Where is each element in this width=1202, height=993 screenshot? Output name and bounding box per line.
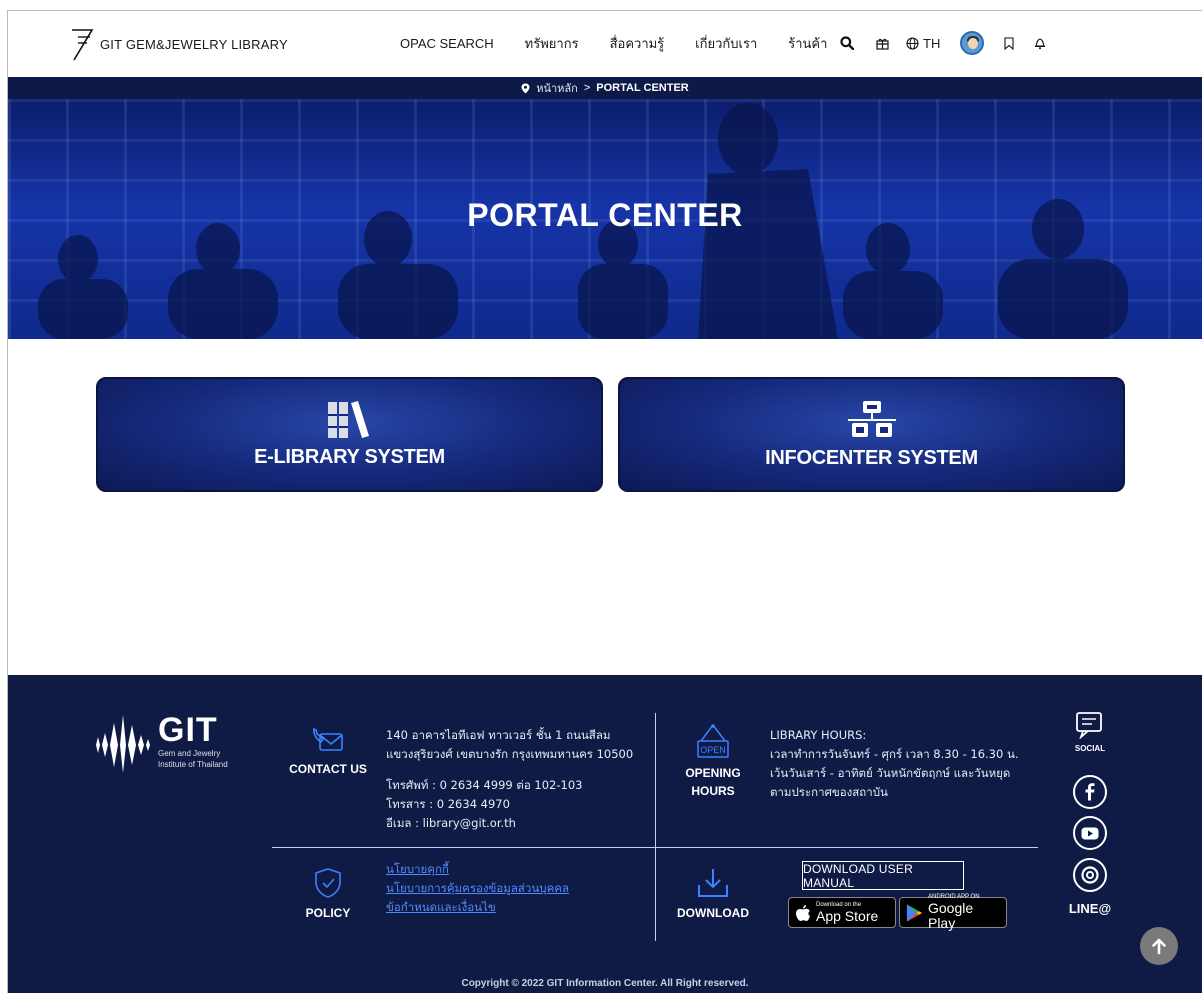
contact-phone: โทรศัพท์ : 0 2634 4999 ต่อ 102-103 [386, 778, 583, 792]
contact-fax: โทรสาร : 0 2634 4970 [386, 797, 510, 811]
line-label: LINE@ [1068, 901, 1112, 916]
hours-label-2: HOURS [691, 784, 735, 798]
footer-vertical-divider [655, 713, 656, 941]
git-wave-icon [96, 715, 150, 773]
line-icon[interactable] [1073, 858, 1107, 892]
open-sign-icon: OPEN [697, 724, 729, 758]
globe-icon [906, 36, 919, 50]
footer: GIT Gem and Jewelry Institute of Thailan… [8, 675, 1202, 993]
facebook-icon[interactable] [1073, 775, 1107, 809]
google-play-badge[interactable]: ANDROID APP ON Google Play [899, 894, 1007, 931]
hero-title: PORTAL CENTER [467, 197, 743, 233]
header-icons: TH [840, 31, 1046, 55]
header: GIT GEM&JEWELRY LIBRARY OPAC SEARCH ทรัพ… [8, 11, 1202, 77]
git-sub-2: Institute of Thailand [158, 760, 228, 769]
breadcrumb-current: PORTAL CENTER [596, 82, 689, 94]
contact-email: อีเมล : library@git.or.th [386, 816, 516, 830]
contact-label: CONTACT US [289, 762, 367, 776]
contact-details: 140 อาคารไอทีเอฟ ทาวเวอร์ ชั้น 1 ถนนสีลม… [386, 726, 646, 833]
breadcrumb: หน้าหลัก > PORTAL CENTER [8, 77, 1202, 99]
hours-line-1: เวลาทำการวันจันทร์ - ศุกร์ เวลา 8.30 - 1… [770, 747, 1019, 761]
download-block: DOWNLOAD [672, 867, 754, 922]
app-store-big: App Store [816, 907, 879, 924]
open-sign-text: OPEN [700, 745, 726, 755]
git-sub-1: Gem and Jewelry [158, 749, 221, 758]
e-library-label: E-LIBRARY SYSTEM [254, 446, 445, 468]
social-column: SOCIAL [1070, 711, 1110, 753]
contact-address-2: แขวงสุริยวงศ์ เขตบางรัก กรุงเทพมหานคร 10… [386, 747, 634, 761]
youtube-icon[interactable] [1073, 816, 1107, 850]
logo-text: GIT GEM&JEWELRY LIBRARY [100, 36, 288, 52]
language-switch[interactable]: TH [906, 32, 940, 54]
e-library-card[interactable]: E-LIBRARY SYSTEM [96, 377, 603, 492]
infocenter-label: INFOCENTER SYSTEM [765, 447, 978, 469]
copyright: Copyright © 2022 GIT Information Center.… [461, 978, 749, 989]
nav-resources[interactable]: ทรัพยากร [525, 33, 579, 54]
download-manual-button[interactable]: DOWNLOAD USER MANUAL [802, 861, 964, 890]
phone-mail-icon [313, 727, 343, 751]
policy-block: POLICY [298, 867, 358, 922]
play-icon [906, 904, 923, 921]
hours-title: LIBRARY HOURS: [770, 728, 867, 742]
infocenter-card[interactable]: INFOCENTER SYSTEM [618, 377, 1125, 492]
contact-block: CONTACT US [286, 725, 370, 778]
git-footer-logo: GIT Gem and Jewelry Institute of Thailan… [94, 713, 228, 773]
arrow-up-icon [1152, 938, 1166, 955]
hero-banner: PORTAL CENTER [8, 99, 1202, 339]
nav-knowledge-media[interactable]: สื่อความรู้ [610, 33, 665, 54]
bell-icon[interactable] [1034, 32, 1046, 54]
gift-icon[interactable] [876, 32, 889, 54]
git-wordmark: GIT [158, 711, 218, 749]
user-avatar[interactable] [960, 31, 985, 55]
google-play-big: Google Play [927, 900, 974, 931]
language-label: TH [923, 35, 941, 51]
contact-address-1: 140 อาคารไอทีเอฟ ทาวเวอร์ ชั้น 1 ถนนสีลม [386, 728, 611, 742]
hours-line-2: เว้นวันเสาร์ - อาทิตย์ วันหนักขัตฤกษ์ แล… [770, 766, 1011, 780]
nav-opac-search[interactable]: OPAC SEARCH [400, 36, 494, 51]
cookie-policy-link[interactable]: นโยบายคุกกี้ [386, 861, 646, 880]
apple-icon [796, 904, 810, 921]
hours-line-3: ตามประกาศของสถาบัน [770, 785, 888, 799]
bookmark-icon[interactable] [1004, 32, 1014, 54]
site-logo[interactable]: GIT GEM&JEWELRY LIBRARY [70, 27, 288, 61]
policy-label: POLICY [305, 906, 351, 920]
nav-shop[interactable]: ร้านค้า [788, 33, 827, 54]
search-icon[interactable] [840, 32, 854, 54]
policy-links: นโยบายคุกกี้ นโยบายการคุ้มครองข้อมูลส่วน… [386, 861, 646, 918]
privacy-policy-link[interactable]: นโยบายการคุ้มครองข้อมูลส่วนบุคคล [386, 880, 646, 899]
shield-icon [315, 868, 341, 898]
books-icon [327, 401, 369, 438]
hours-details: LIBRARY HOURS: เวลาทำการวันจันทร์ - ศุกร… [770, 726, 1040, 802]
location-pin-icon [521, 83, 530, 93]
hours-label-1: OPENING [685, 766, 741, 780]
breadcrumb-separator: > [583, 82, 591, 94]
app-store-badge[interactable]: Download on the App Store [788, 897, 896, 928]
breadcrumb-home[interactable]: หน้าหลัก [536, 79, 578, 97]
download-label: DOWNLOAD [677, 906, 749, 920]
terms-link[interactable]: ข้อกำหนดและเงื่อนไข [386, 899, 646, 918]
main-nav: OPAC SEARCH ทรัพยากร สื่อความรู้ เกี่ยวก… [400, 33, 858, 54]
social-chat-icon [1076, 712, 1102, 740]
nav-about-us[interactable]: เกี่ยวกับเรา [695, 33, 757, 54]
scroll-to-top-button[interactable] [1140, 927, 1178, 965]
git-mark-icon [72, 29, 94, 61]
footer-horizontal-divider [272, 847, 1038, 848]
avatar [960, 31, 985, 55]
network-icon [847, 401, 896, 437]
download-icon [698, 869, 728, 897]
hours-block: OPEN OPENING HOURS [676, 723, 750, 800]
social-label: SOCIAL [1074, 744, 1106, 753]
page-frame: GIT GEM&JEWELRY LIBRARY OPAC SEARCH ทรัพ… [7, 10, 1202, 993]
